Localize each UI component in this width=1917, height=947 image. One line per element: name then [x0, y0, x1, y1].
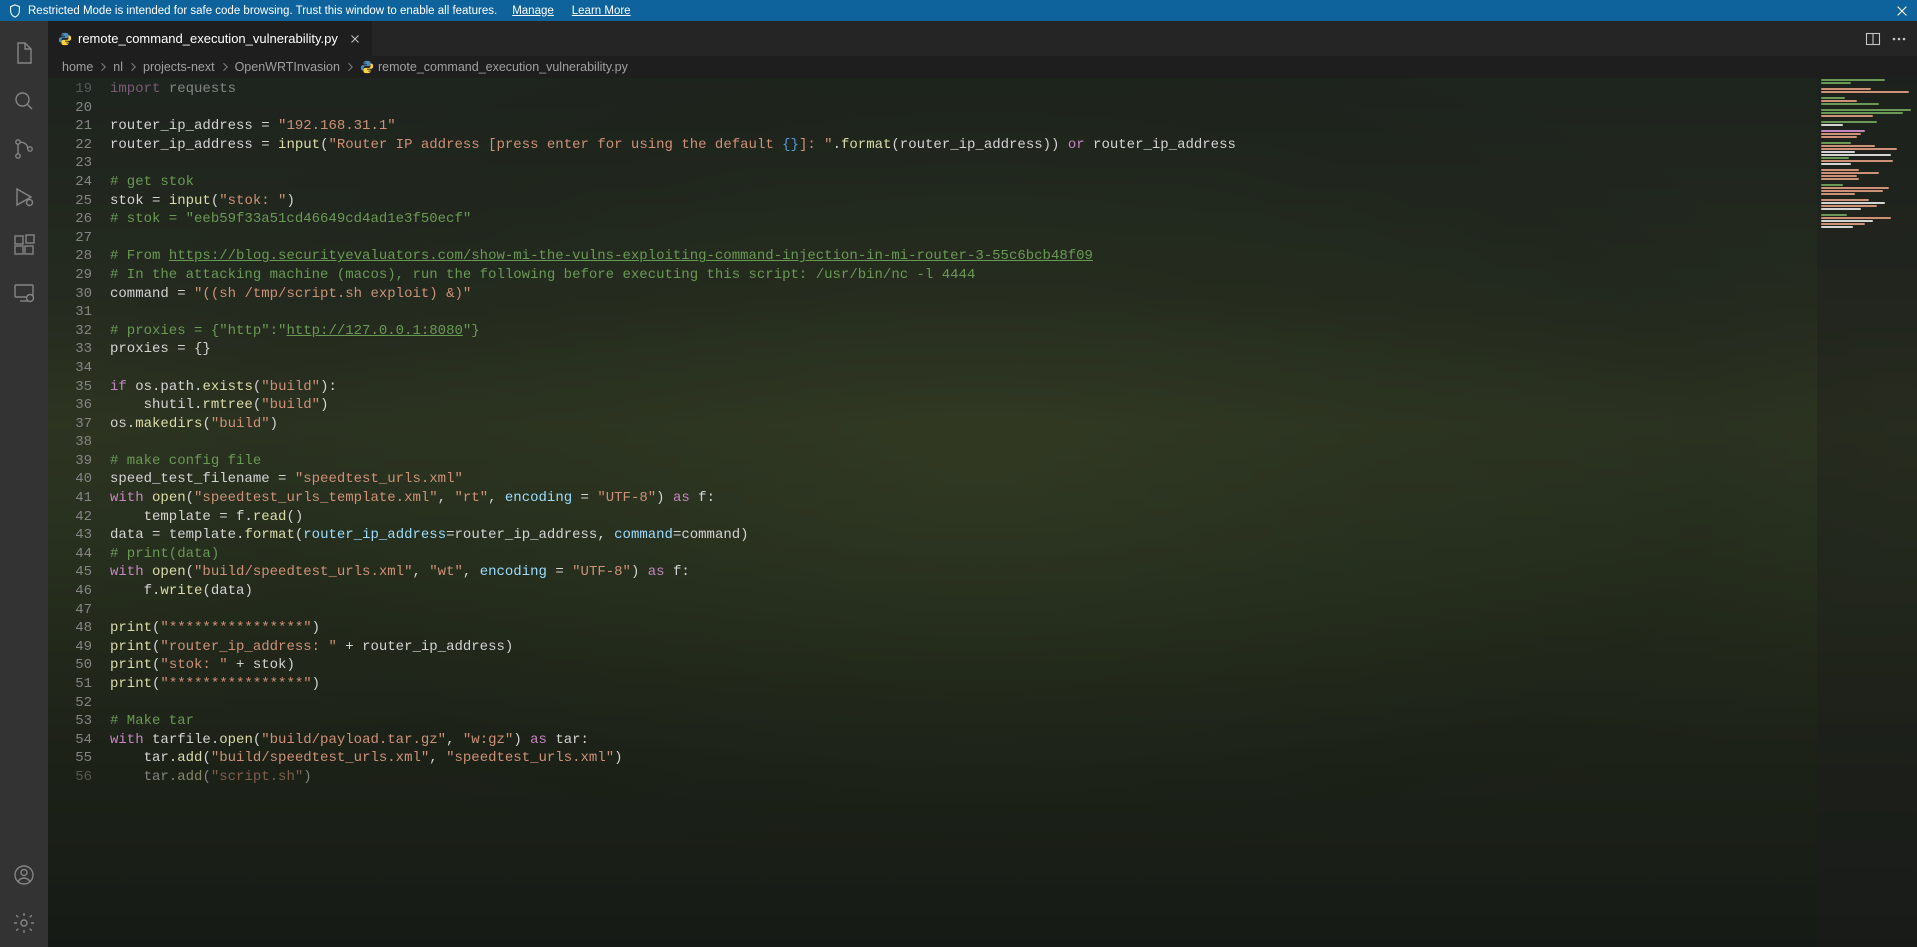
explorer-icon[interactable] — [0, 29, 48, 77]
editor[interactable]: 1920212223242526272829303132333435363738… — [48, 78, 1917, 947]
chevron-right-icon — [97, 61, 109, 73]
run-debug-icon[interactable] — [0, 173, 48, 221]
more-actions-icon[interactable] — [1891, 31, 1907, 47]
breadcrumb-seg[interactable]: projects-next — [143, 60, 215, 74]
banner-message: Restricted Mode is intended for safe cod… — [28, 5, 497, 17]
python-file-icon — [360, 60, 374, 74]
banner-close-icon[interactable] — [1895, 4, 1909, 18]
breadcrumb-seg[interactable]: OpenWRTInvasion — [235, 60, 340, 74]
settings-gear-icon[interactable] — [0, 899, 48, 947]
code-content[interactable]: import requestsrouter_ip_address = "192.… — [110, 78, 1917, 947]
minimap[interactable] — [1817, 78, 1917, 947]
remote-explorer-icon[interactable] — [0, 269, 48, 317]
banner-learn-more-link[interactable]: Learn More — [572, 5, 631, 17]
tab-bar: remote_command_execution_vulnerability.p… — [48, 21, 1917, 56]
activity-bar — [0, 21, 48, 947]
chevron-right-icon — [344, 61, 356, 73]
split-editor-icon[interactable] — [1865, 31, 1881, 47]
banner-manage-link[interactable]: Manage — [512, 5, 554, 17]
search-icon[interactable] — [0, 77, 48, 125]
breadcrumb-file[interactable]: remote_command_execution_vulnerability.p… — [378, 60, 628, 74]
shield-icon — [8, 4, 22, 18]
breadcrumb-seg[interactable]: nl — [113, 60, 123, 74]
tab-active[interactable]: remote_command_execution_vulnerability.p… — [48, 21, 373, 56]
tab-close-icon[interactable] — [348, 32, 362, 46]
accounts-icon[interactable] — [0, 851, 48, 899]
chevron-right-icon — [127, 61, 139, 73]
python-file-icon — [58, 32, 72, 46]
tab-title: remote_command_execution_vulnerability.p… — [78, 31, 338, 46]
breadcrumb[interactable]: home nl projects-next OpenWRTInvasion re… — [48, 56, 1917, 78]
source-control-icon[interactable] — [0, 125, 48, 173]
breadcrumb-seg[interactable]: home — [62, 60, 93, 74]
restricted-mode-banner: Restricted Mode is intended for safe cod… — [0, 0, 1917, 21]
extensions-icon[interactable] — [0, 221, 48, 269]
chevron-right-icon — [219, 61, 231, 73]
line-number-gutter: 1920212223242526272829303132333435363738… — [48, 78, 110, 947]
